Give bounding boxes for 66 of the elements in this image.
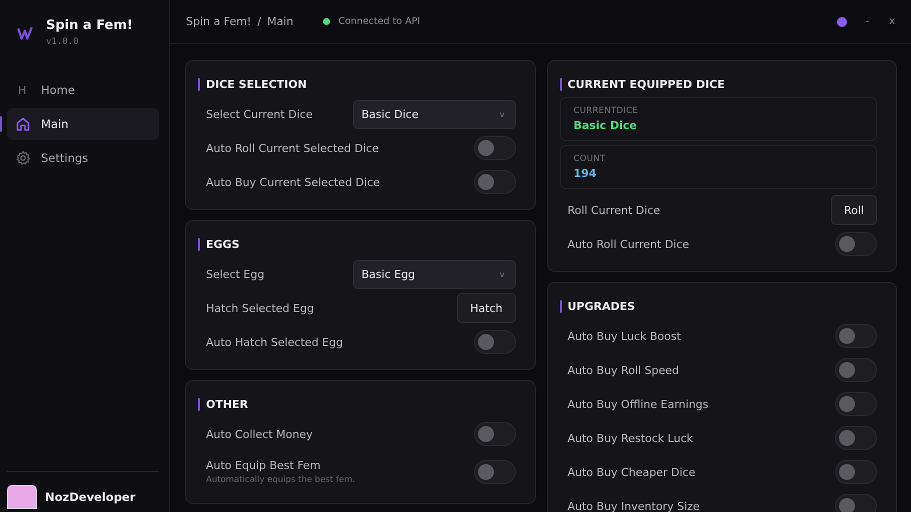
setting-label: Auto Buy Cheaper Dice [568,466,696,478]
setting-label: Auto Buy Inventory Size [568,500,700,512]
section-title: CURRENT EQUIPPED DICE [568,78,725,90]
accent-bar [560,300,562,312]
app-title: Spin a Fem! [46,18,133,33]
letter-icon: H [15,84,31,96]
gear-icon [15,150,31,166]
section-title: UPGRADES [568,300,636,312]
toggle-switch[interactable] [835,426,877,450]
close-button[interactable]: x [887,16,897,27]
accent-bar [198,238,200,250]
setting-label: Auto Equip Best Fem [206,459,322,472]
setting-label: Auto Buy Offline Earnings [568,398,708,410]
setting-label: Auto Roll Current Selected Dice [206,142,379,154]
setting-description: Automatically equips the best fem. [206,475,356,485]
toggle-switch[interactable] [835,358,877,382]
toggle-switch[interactable] [835,324,877,348]
minimize-button[interactable]: - [863,16,872,27]
setting-label: Auto Hatch Selected Egg [206,336,343,348]
action-button[interactable]: Roll [831,195,877,225]
section-title: EGGS [206,238,240,250]
avatar [7,485,37,509]
action-button[interactable]: Hatch [457,293,516,323]
section-title: DICE SELECTION [206,78,307,90]
toggle-switch[interactable] [835,392,877,416]
accent-bar [198,78,200,90]
stat-value: 194 [574,167,598,180]
setting-label: Hatch Selected Egg [206,302,314,314]
dropdown[interactable]: Basic Egg v [352,260,516,288]
toggle-switch[interactable] [474,422,516,446]
stat-label: COUNT [574,154,606,164]
caret-icon: v [500,270,504,278]
stat-label: CURRENTDICE [574,106,640,116]
status-text: Connected to API [338,16,420,27]
setting-label: Auto Buy Current Selected Dice [206,176,380,188]
user-name: NozDeveloper [45,490,136,504]
sidebar-item[interactable]: Settings [7,142,159,174]
breadcrumb-separator: / [257,15,262,28]
breadcrumb-item[interactable]: Spin a Fem! [186,15,252,28]
house-icon [15,116,31,132]
toggle-switch[interactable] [474,460,516,484]
toggle-switch[interactable] [474,170,516,194]
toggle-switch[interactable] [835,460,877,484]
sidebar-item[interactable]: H Home [7,74,159,106]
dropdown[interactable]: Basic Dice v [352,100,516,128]
setting-label: Auto Buy Restock Luck [568,432,693,444]
accent-dot[interactable] [837,16,848,26]
setting-label: Auto Collect Money [206,428,313,440]
accent-bar [198,398,200,410]
setting-label: Select Current Dice [206,108,313,120]
toggle-switch[interactable] [474,136,516,160]
section-title: OTHER [206,398,248,410]
toggle-switch[interactable] [474,330,516,354]
stat-value: Basic Dice [574,119,638,132]
caret-icon: v [500,110,504,118]
toggle-switch[interactable] [835,494,877,512]
app-version: v1.0.0 [46,37,80,47]
setting-label: Auto Roll Current Dice [568,238,690,250]
toggle-switch[interactable] [835,232,877,256]
setting-label: Roll Current Dice [568,204,660,216]
setting-label: Auto Buy Luck Boost [568,330,681,342]
logo-icon [16,24,34,42]
breadcrumb-item[interactable]: Main [267,15,294,28]
setting-label: Select Egg [206,268,264,280]
accent-bar [560,78,562,90]
setting-label: Auto Buy Roll Speed [568,364,680,376]
